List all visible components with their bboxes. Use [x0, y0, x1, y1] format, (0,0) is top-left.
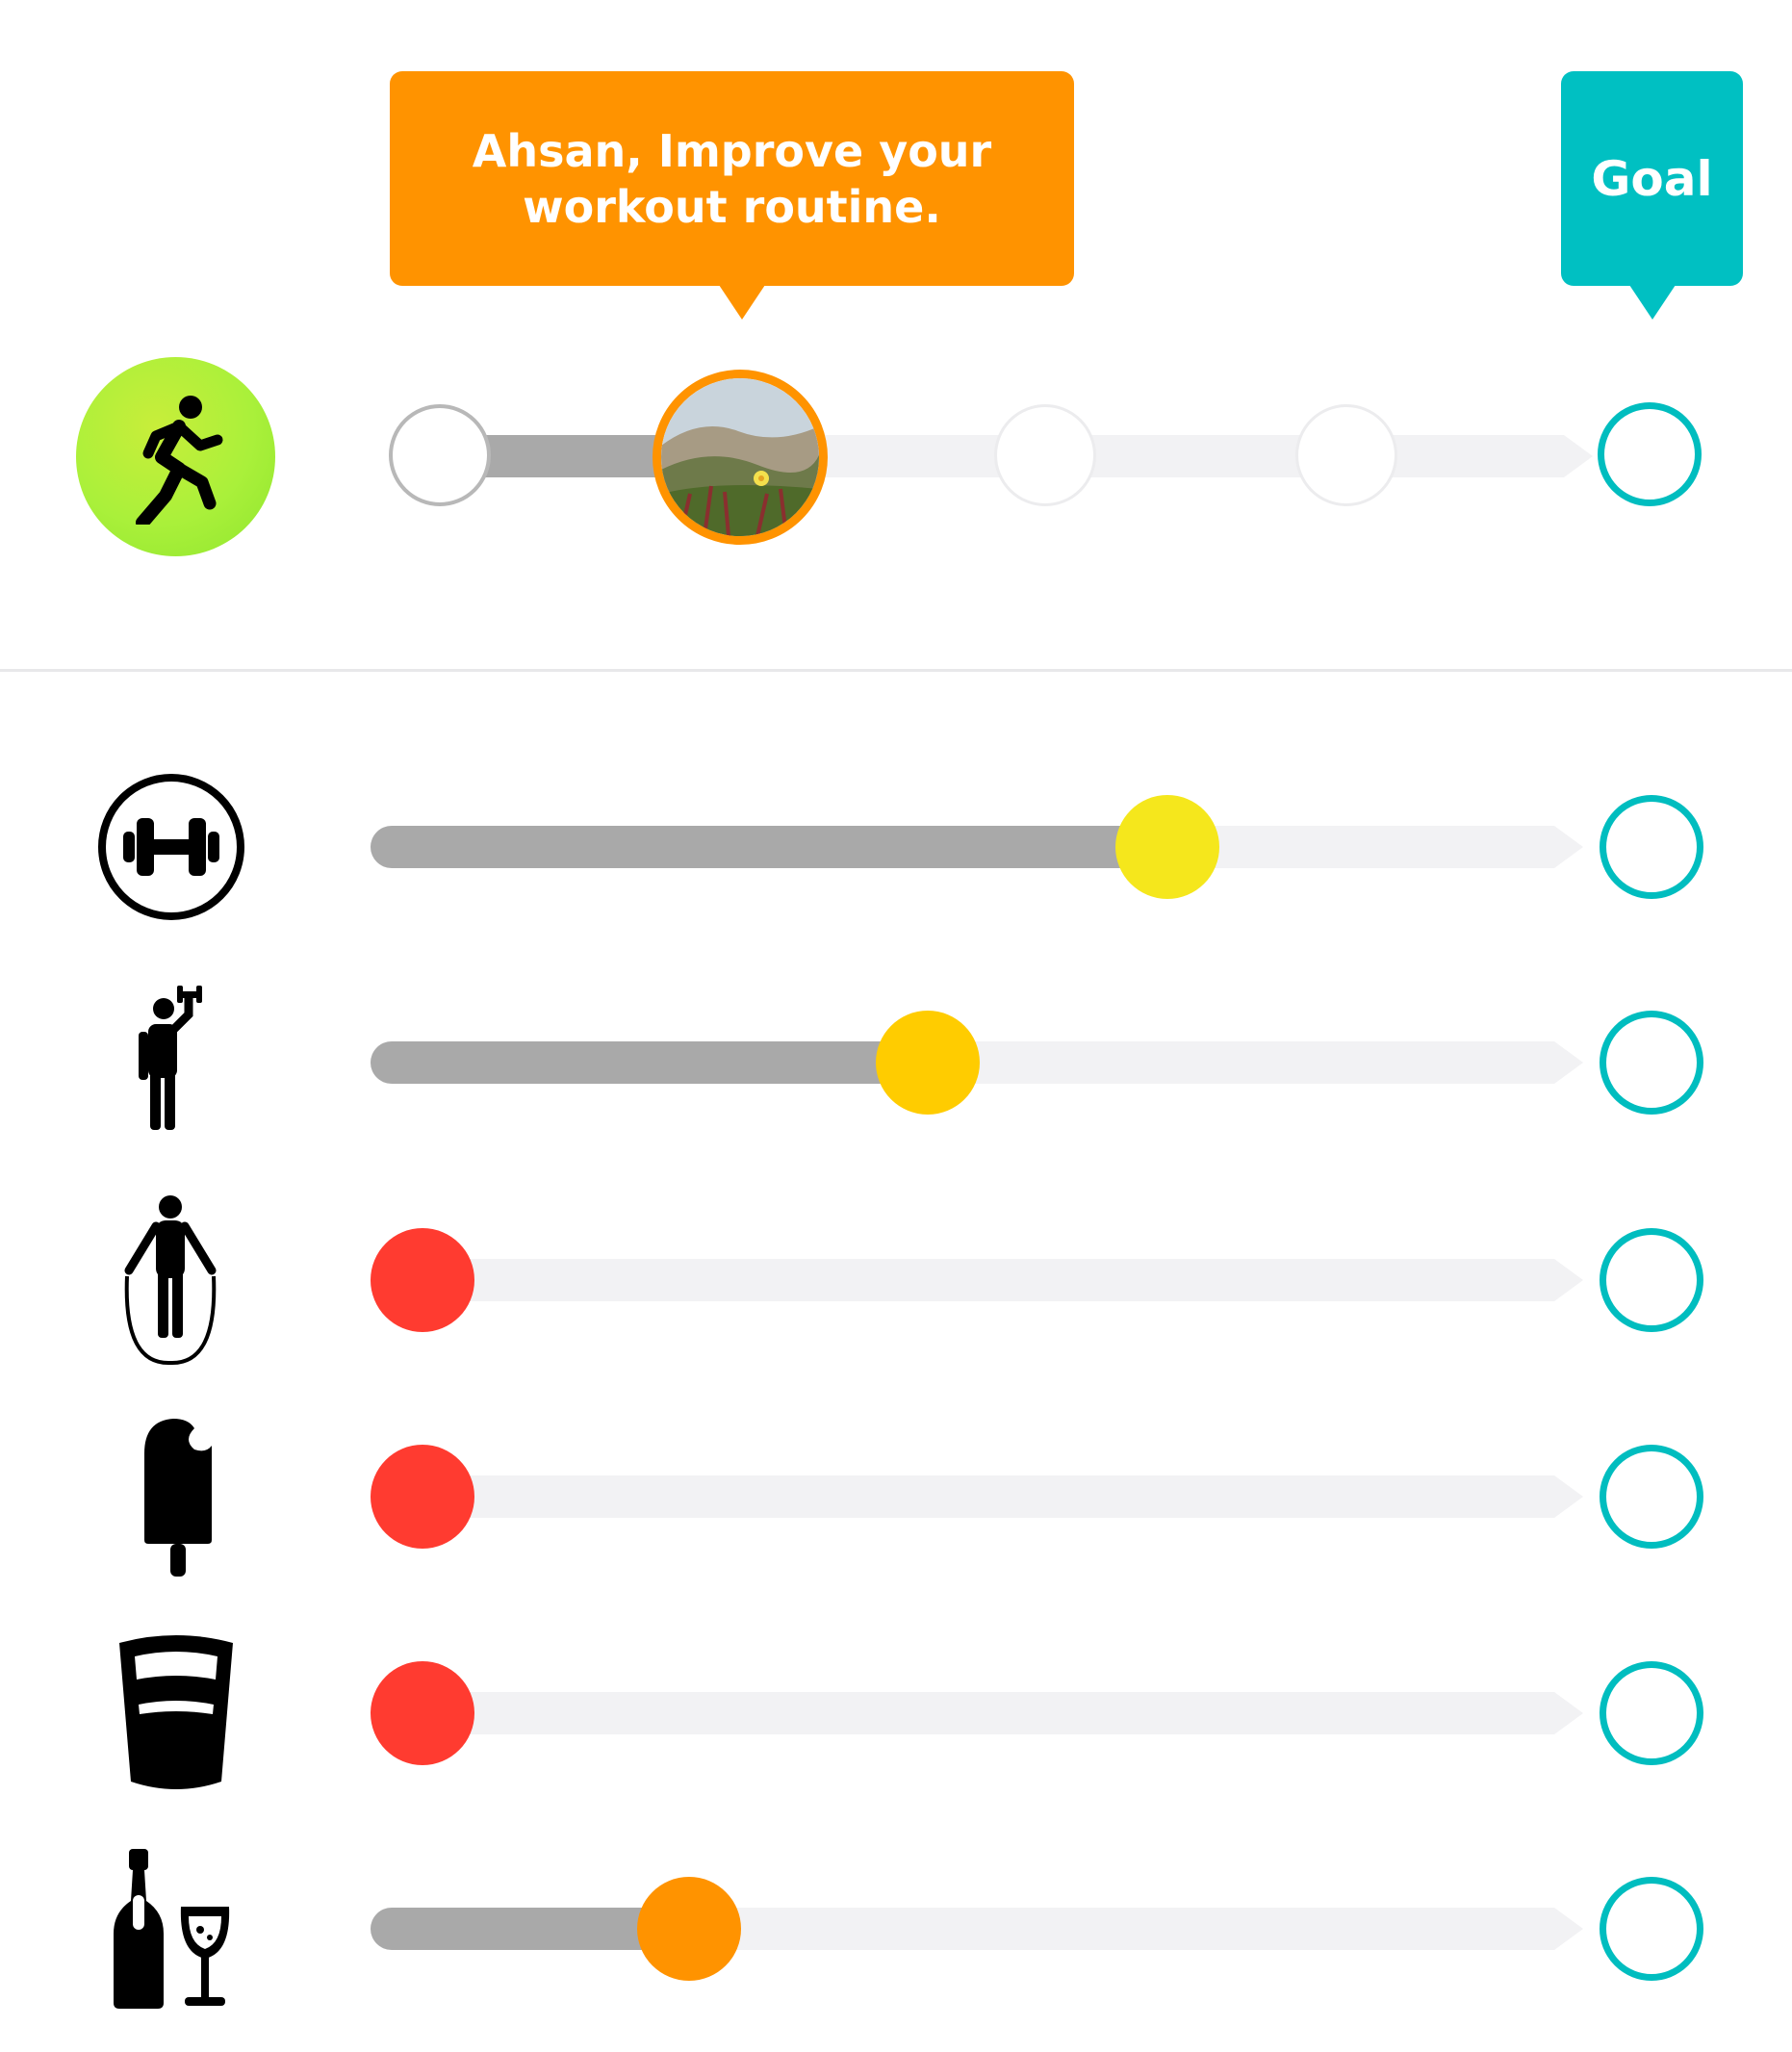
coach-message-bubble: Ahsan, Improve your workout routine.	[390, 71, 1074, 320]
arm-exercise-goal-ring[interactable]	[1600, 1011, 1703, 1115]
drink-track-arrow	[1554, 1692, 1583, 1734]
running-person-icon	[135, 395, 222, 525]
arm-exercise-track-arrow	[1554, 1041, 1583, 1084]
landscape-photo-icon	[661, 378, 819, 536]
jump-rope-track-arrow	[1554, 1259, 1583, 1301]
ice-cream-goal-ring[interactable]	[1600, 1445, 1703, 1549]
alcohol-track-arrow	[1554, 1908, 1583, 1950]
journey-step-1[interactable]	[389, 404, 491, 506]
weights-track-arrow	[1554, 826, 1583, 868]
weights-track-fill	[371, 826, 1167, 868]
popsicle-icon	[135, 1415, 221, 1578]
ice-cream-track-arrow	[1554, 1475, 1583, 1518]
ice-cream-slider-knob[interactable]	[371, 1445, 474, 1549]
weights-goal-ring[interactable]	[1600, 795, 1703, 899]
weights-slider-knob[interactable]	[1114, 795, 1219, 899]
journey-step-current[interactable]	[653, 370, 828, 545]
champagne-icon	[108, 1847, 243, 2011]
ice-cream-track	[371, 1475, 1554, 1518]
drink-track	[371, 1692, 1554, 1734]
alcohol-goal-ring[interactable]	[1600, 1877, 1703, 1981]
journey-goal-ring[interactable]	[1598, 402, 1702, 506]
goal-label: Goal	[1591, 150, 1713, 207]
dumbbell-curl-icon	[135, 986, 212, 1140]
dumbbell-icon	[94, 770, 248, 924]
arm-exercise-slider-knob[interactable]	[876, 1011, 981, 1115]
journey-track-arrow	[1564, 435, 1593, 477]
journey-step-4[interactable]	[1295, 404, 1397, 506]
drink-goal-ring[interactable]	[1600, 1661, 1703, 1765]
drink-slider-knob[interactable]	[371, 1661, 474, 1765]
jump-rope-goal-ring[interactable]	[1600, 1228, 1703, 1332]
alcohol-slider-knob[interactable]	[636, 1877, 741, 1981]
journey-step-3[interactable]	[994, 404, 1096, 506]
arm-exercise-track-fill	[371, 1041, 929, 1084]
section-divider	[0, 669, 1792, 672]
jump-rope-track	[371, 1259, 1554, 1301]
jump-rope-slider-knob[interactable]	[371, 1228, 474, 1332]
glass-icon	[114, 1631, 239, 1795]
jump-rope-icon	[117, 1193, 223, 1367]
coach-message-text: Ahsan, Improve your workout routine.	[472, 124, 992, 233]
goal-bubble: Goal	[1561, 71, 1743, 320]
running-badge[interactable]	[76, 357, 275, 556]
